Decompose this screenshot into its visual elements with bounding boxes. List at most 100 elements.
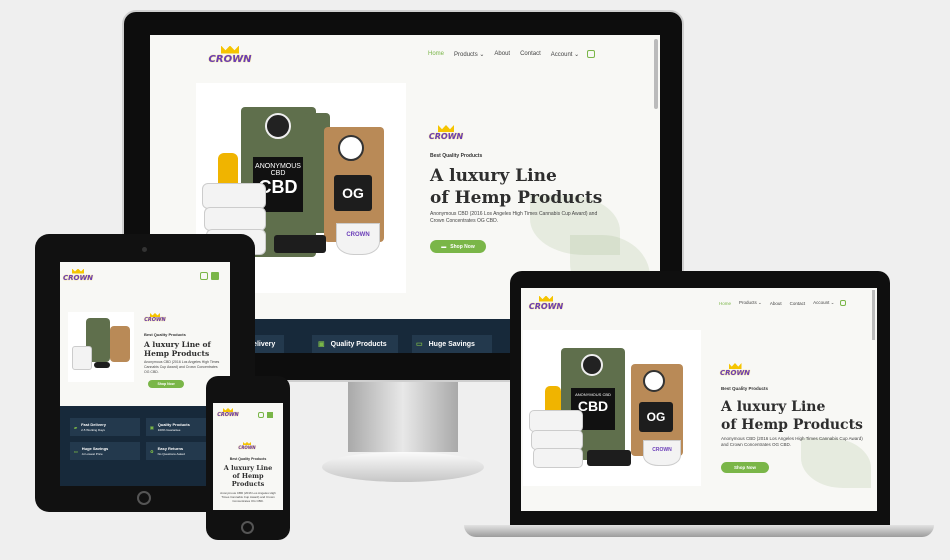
main-nav: Home Products ⌄ About Contact Account ⌄	[418, 50, 596, 58]
shop-now-button[interactable]: Shop Now	[148, 380, 184, 388]
cart-icon[interactable]	[200, 272, 208, 280]
nav-account[interactable]: Account ⌄	[813, 300, 834, 306]
recycle-icon: ♻	[150, 448, 154, 454]
feature-delivery: ▰ Fast Delivery 2-5 Working Days	[70, 418, 140, 436]
tub-stack	[531, 430, 583, 450]
logo-text: CROWN	[719, 369, 751, 377]
bag-seal	[265, 113, 291, 139]
cart-icon: ▬	[441, 243, 447, 250]
tub-stack	[204, 207, 266, 231]
hero-logo: CROWN	[428, 121, 464, 145]
tub-stack	[533, 448, 583, 468]
bag-seal	[338, 135, 364, 161]
logo-text: CROWN	[62, 273, 94, 282]
nav-products[interactable]: Products ⌄	[739, 300, 762, 306]
shop-now-button[interactable]: ▬ Shop Now	[430, 240, 486, 253]
hero-title: A luxury Line of Hemp Products	[223, 464, 273, 488]
battery-device	[274, 235, 326, 253]
crown-icon	[221, 45, 239, 54]
juice-bottle	[218, 153, 238, 187]
product-bag-kraft	[110, 326, 130, 362]
cart-icon[interactable]	[258, 412, 264, 418]
laptop-base	[464, 525, 934, 537]
crown-tub: CROWN	[336, 223, 380, 255]
hero-image	[68, 312, 134, 382]
tablet-screen: CROWN CROWN Best Quality Products A luxu…	[60, 262, 230, 486]
hero-logo: CROWN	[144, 310, 166, 326]
phone-home-button[interactable]	[241, 521, 254, 534]
og-label: OG	[639, 402, 673, 432]
logo-text: CROWN	[217, 412, 239, 418]
brand-logo[interactable]: CROWN	[528, 292, 564, 314]
nav-about[interactable]: About	[494, 51, 510, 57]
menu-button[interactable]	[211, 272, 219, 280]
feature-savings: ▭ Huge Savings At Lowest Price	[70, 442, 140, 460]
nav-home[interactable]: Home	[428, 51, 444, 57]
brand-logo[interactable]: CROWN	[209, 41, 251, 69]
crown-icon	[728, 363, 742, 369]
crown-icon	[438, 125, 454, 132]
cart-icon[interactable]	[587, 50, 596, 58]
hero-title: A luxury Line of Hemp Products	[430, 166, 603, 208]
nav-products[interactable]: Products ⌄	[454, 51, 484, 58]
hero-kicker: Best Quality Products	[229, 457, 267, 461]
nav-contact[interactable]: Contact	[790, 301, 806, 306]
nav-about[interactable]: About	[770, 301, 782, 306]
badge-icon: ▣	[318, 341, 325, 348]
feature-quality: ▣ Quality Products	[312, 335, 398, 353]
logo-text: CROWN	[428, 132, 464, 141]
tub-stack	[529, 410, 583, 432]
feature-savings: ▭ Huge Savings	[412, 335, 492, 353]
scrollbar[interactable]	[872, 290, 875, 340]
badge-icon: ▣	[150, 424, 154, 430]
monitor-stand-base	[322, 452, 484, 482]
hero-title: A luxury Line of Hemp Products	[721, 399, 863, 433]
hero-description: Anonymous CBD (2016 Los Angeles High Tim…	[144, 360, 220, 374]
og-label: OG	[334, 175, 372, 211]
logo-text: CROWN	[528, 301, 564, 311]
nav-contact[interactable]: Contact	[520, 51, 541, 57]
truck-icon: ▰	[74, 424, 78, 430]
brand-logo[interactable]: CROWN	[217, 405, 239, 421]
cart-icon[interactable]	[840, 300, 847, 306]
hero-title: A luxury Line of Hemp Products	[144, 340, 211, 358]
crown-icon	[223, 408, 233, 412]
hero-description: Anonymous CBD (2016 Los Angeles High Tim…	[721, 436, 863, 447]
shop-now-button[interactable]: Shop Now	[721, 462, 769, 473]
hero-kicker: Best Quality Products	[144, 332, 186, 337]
logo-text: CROWN	[238, 445, 256, 450]
crown-icon	[539, 295, 553, 302]
monitor-stand-neck	[348, 382, 458, 452]
money-icon: ▭	[74, 448, 78, 454]
crown-icon	[150, 313, 160, 317]
hero-image: ANONYMOUS CBD CBD OG CROWN	[523, 330, 701, 486]
features-strip: ▰ Fast Delivery 2-5 Working Days ▣ Qualit…	[60, 406, 230, 486]
crown-icon	[243, 442, 251, 445]
brand-logo[interactable]: CROWN	[62, 264, 94, 286]
hero-description: Anonymous CBD (2016 Los Angeles High Tim…	[220, 491, 276, 503]
menu-button[interactable]	[267, 412, 273, 418]
crown-tub: CROWN	[643, 440, 681, 466]
phone-screen: CROWN CROWN Best Quality Products A luxu…	[213, 403, 283, 510]
logo-text: CROWN	[144, 317, 166, 323]
tub-stack	[202, 183, 266, 209]
tablet-home-button[interactable]	[137, 491, 151, 505]
laptop-screen: CROWN Home Products ⌄ About Contact Acco…	[521, 288, 877, 511]
bag-seal	[643, 370, 665, 392]
battery-device	[587, 450, 631, 466]
nav-account[interactable]: Account ⌄	[551, 51, 579, 58]
bag-seal	[581, 354, 603, 376]
scrollbar[interactable]	[654, 39, 658, 109]
money-icon: ▭	[416, 341, 423, 348]
nav-home[interactable]: Home	[719, 301, 731, 306]
battery-device	[94, 362, 110, 368]
hero-description: Anonymous CBD (2016 Los Angeles High Tim…	[430, 211, 598, 224]
logo-text: CROWN	[208, 53, 252, 65]
tub-stack	[72, 346, 92, 370]
hero-kicker: Best Quality Products	[721, 386, 769, 391]
crown-icon	[72, 268, 84, 274]
tablet-camera	[142, 247, 147, 252]
hero-logo: CROWN	[719, 360, 751, 380]
hero-kicker: Best Quality Products	[430, 153, 483, 159]
hero-logo: CROWN	[237, 439, 257, 453]
